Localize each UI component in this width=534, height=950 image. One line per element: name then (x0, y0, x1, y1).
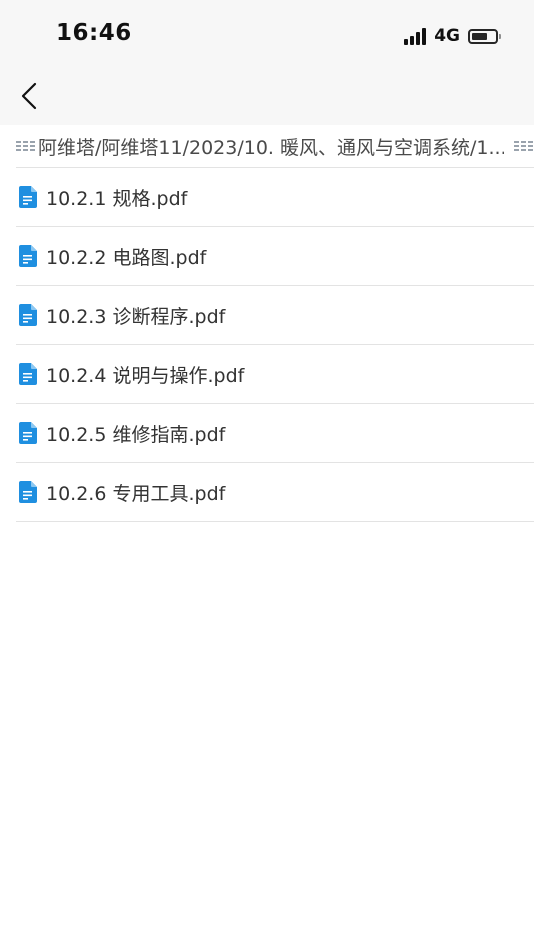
status-time: 16:46 (56, 20, 132, 46)
status-bar: 16:46 4G (0, 0, 534, 70)
file-list: 10.2.1 规格.pdf 10.2.2 电路图.pdf 10.2.3 诊断程序… (16, 168, 534, 522)
file-item[interactable]: 10.2.2 电路图.pdf (16, 227, 534, 286)
document-icon (19, 363, 37, 385)
navigation-bar (0, 70, 534, 125)
document-icon (19, 304, 37, 326)
back-button[interactable] (14, 78, 50, 114)
battery-icon (468, 28, 501, 44)
dots-grid-icon[interactable] (514, 140, 534, 152)
file-item[interactable]: 10.2.6 专用工具.pdf (16, 463, 534, 522)
signal-icon (404, 27, 427, 45)
file-name: 10.2.6 专用工具.pdf (46, 482, 226, 505)
file-name: 10.2.1 规格.pdf (46, 187, 188, 210)
document-icon (19, 186, 37, 208)
breadcrumb[interactable]: 阿维塔/阿维塔11/2023/10. 暖风、通风与空调系统/1... (16, 125, 534, 168)
dots-grid-icon (16, 141, 35, 151)
file-item[interactable]: 10.2.5 维修指南.pdf (16, 404, 534, 463)
document-icon (19, 481, 37, 503)
network-type-label: 4G (434, 26, 460, 46)
document-icon (19, 245, 37, 267)
status-indicators: 4G (404, 26, 501, 46)
file-name: 10.2.5 维修指南.pdf (46, 423, 226, 446)
file-name: 10.2.2 电路图.pdf (46, 246, 207, 269)
file-item[interactable]: 10.2.3 诊断程序.pdf (16, 286, 534, 345)
file-name: 10.2.3 诊断程序.pdf (46, 305, 226, 328)
chevron-left-icon (21, 82, 37, 110)
file-item[interactable]: 10.2.4 说明与操作.pdf (16, 345, 534, 404)
file-item[interactable]: 10.2.1 规格.pdf (16, 168, 534, 227)
breadcrumb-path[interactable]: 阿维塔/阿维塔11/2023/10. 暖风、通风与空调系统/1... (38, 133, 504, 160)
document-icon (19, 422, 37, 444)
file-name: 10.2.4 说明与操作.pdf (46, 364, 245, 387)
